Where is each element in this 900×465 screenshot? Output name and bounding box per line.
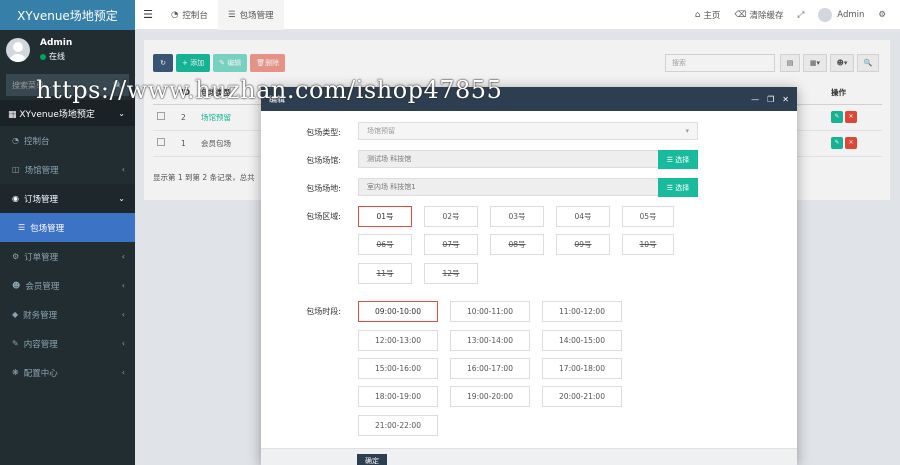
- menu-toggle-icon[interactable]: ☰: [135, 8, 161, 21]
- list-icon: ☰: [18, 223, 26, 232]
- sidebar-item-config[interactable]: ❋ 配置中心 ‹: [0, 358, 135, 387]
- chevron-left-icon: ‹: [121, 368, 125, 377]
- cog-icon: ❋: [12, 368, 19, 377]
- sidebar: XYvenue场地预定 Admin 在线 搜索菜单... 🔍 ▦ XYvenue…: [0, 0, 135, 465]
- time-option[interactable]: 21:00-22:00: [358, 415, 438, 436]
- close-icon[interactable]: ✕: [782, 95, 789, 104]
- gear-icon: ⚙: [12, 252, 20, 261]
- chevron-left-icon: ‹: [121, 281, 125, 290]
- dialog-footer: [261, 448, 797, 465]
- diamond-icon: ◆: [12, 310, 19, 319]
- chevron-down-icon: ⌄: [118, 108, 125, 118]
- sidebar-item-dashboard[interactable]: ◔ 控制台: [0, 126, 135, 155]
- sidebar-item-orders[interactable]: ⚙ 订单管理 ‹: [0, 242, 135, 271]
- type-select[interactable]: 场馆预留 ▾: [358, 122, 698, 140]
- user-panel: Admin 在线: [0, 30, 135, 70]
- sidebar-item-finance[interactable]: ◆ 财务管理 ‹: [0, 300, 135, 329]
- caret-down-icon: ▾: [685, 127, 689, 135]
- edit-dialog: 编辑 — ❐ ✕ 包场类型: 场馆预留 ▾ 包场场馆: 测试场 科技馆 ☰ 选择 …: [261, 87, 797, 465]
- confirm-button[interactable]: 确定: [357, 454, 387, 465]
- area-option[interactable]: 10号: [622, 234, 674, 255]
- chevron-left-icon: ‹: [121, 252, 125, 261]
- time-option[interactable]: 19:00-20:00: [450, 386, 530, 407]
- avatar: [6, 38, 30, 62]
- time-option[interactable]: 15:00-16:00: [358, 358, 438, 379]
- circle-icon: ◉: [12, 194, 19, 203]
- venue-select-button[interactable]: ☰ 选择: [658, 150, 698, 169]
- area-option[interactable]: 04号: [556, 206, 610, 227]
- chevron-left-icon: ‹: [121, 165, 125, 174]
- tab-dashboard[interactable]: ◔ 控制台: [161, 0, 218, 30]
- sidebar-item-venues[interactable]: ◫ 场馆管理 ‹: [0, 155, 135, 184]
- time-option[interactable]: 11:00-12:00: [542, 301, 622, 322]
- user-status: 在线: [40, 51, 72, 62]
- area-option[interactable]: 08号: [490, 234, 544, 255]
- area-option[interactable]: 07号: [424, 234, 478, 255]
- area-option[interactable]: 06号: [358, 234, 412, 255]
- chevron-left-icon: ‹: [121, 310, 125, 319]
- fullscreen-icon[interactable]: ⤢: [797, 10, 804, 20]
- user-name: Admin: [40, 38, 73, 48]
- settings-icon[interactable]: ⚙: [878, 10, 886, 20]
- area-option[interactable]: 12号: [424, 263, 478, 284]
- minimize-icon[interactable]: —: [751, 95, 759, 104]
- online-dot-icon: [40, 53, 46, 60]
- user-menu[interactable]: Admin: [818, 7, 864, 22]
- area-option[interactable]: 09号: [556, 234, 610, 255]
- dashboard-icon: ◔: [171, 9, 179, 20]
- dashboard-icon: ◔: [12, 136, 19, 145]
- list-icon: ☰: [227, 9, 236, 20]
- area-option[interactable]: 03号: [490, 206, 544, 227]
- grid-icon: ◫: [12, 165, 20, 174]
- time-option[interactable]: 14:00-15:00: [542, 330, 622, 351]
- time-option[interactable]: 20:00-21:00: [542, 386, 622, 407]
- topbar: ☰ ◔ 控制台 ☰ 包场管理 ⌂ 主页 ⌫ 清除缓存 ⤢ Admin ⚙: [135, 0, 900, 30]
- home-icon: ⌂: [695, 9, 701, 20]
- sidebar-item-reservations[interactable]: ☰ 包场管理: [0, 213, 135, 242]
- time-option[interactable]: 16:00-17:00: [450, 358, 530, 379]
- app-logo[interactable]: XYvenue场地预定: [0, 0, 135, 30]
- area-option[interactable]: 11号: [358, 263, 412, 284]
- home-link[interactable]: ⌂ 主页: [695, 9, 720, 21]
- field-field[interactable]: 室内场 科技馆1: [358, 178, 659, 196]
- trash-icon: ⌫: [734, 9, 747, 20]
- sidebar-item-members[interactable]: ☻ 会员管理 ‹: [0, 271, 135, 300]
- type-label: 包场类型:: [306, 128, 341, 137]
- user-icon: ☻: [12, 281, 21, 290]
- time-label: 包场时段:: [306, 307, 341, 316]
- time-option[interactable]: 13:00-14:00: [450, 330, 530, 351]
- venue-field[interactable]: 测试场 科技馆: [358, 150, 659, 168]
- list-icon: ☰: [666, 183, 674, 192]
- field-select-button[interactable]: ☰ 选择: [658, 178, 698, 197]
- list-icon: ☰: [666, 155, 674, 164]
- field-label: 包场场地:: [306, 184, 341, 193]
- sidebar-item-content[interactable]: ✎ 内容管理 ‹: [0, 329, 135, 358]
- chevron-left-icon: ‹: [121, 339, 125, 348]
- clear-cache-button[interactable]: ⌫ 清除缓存: [734, 9, 783, 21]
- time-option[interactable]: 12:00-13:00: [358, 330, 438, 351]
- area-option[interactable]: 01号: [358, 206, 412, 227]
- chevron-down-icon: ⌄: [118, 194, 125, 203]
- venue-label: 包场场馆:: [306, 156, 341, 165]
- maximize-icon[interactable]: ❐: [767, 95, 774, 104]
- area-option[interactable]: 02号: [424, 206, 478, 227]
- sidebar-item-booking[interactable]: ◉ 订场管理 ⌄: [0, 184, 135, 213]
- time-option[interactable]: 18:00-19:00: [358, 386, 438, 407]
- edit-icon: ✎: [12, 339, 19, 348]
- time-option[interactable]: 09:00-10:00: [358, 301, 438, 322]
- area-label: 包场区域:: [306, 212, 341, 221]
- time-option[interactable]: 10:00-11:00: [450, 301, 530, 322]
- watermark: https://www.huzhan.com/ishop47855: [36, 76, 503, 104]
- grid-icon: ▦: [8, 109, 17, 120]
- tab-reservations[interactable]: ☰ 包场管理: [217, 0, 284, 30]
- avatar: [818, 7, 833, 22]
- time-option[interactable]: 17:00-18:00: [542, 358, 622, 379]
- area-option[interactable]: 05号: [622, 206, 674, 227]
